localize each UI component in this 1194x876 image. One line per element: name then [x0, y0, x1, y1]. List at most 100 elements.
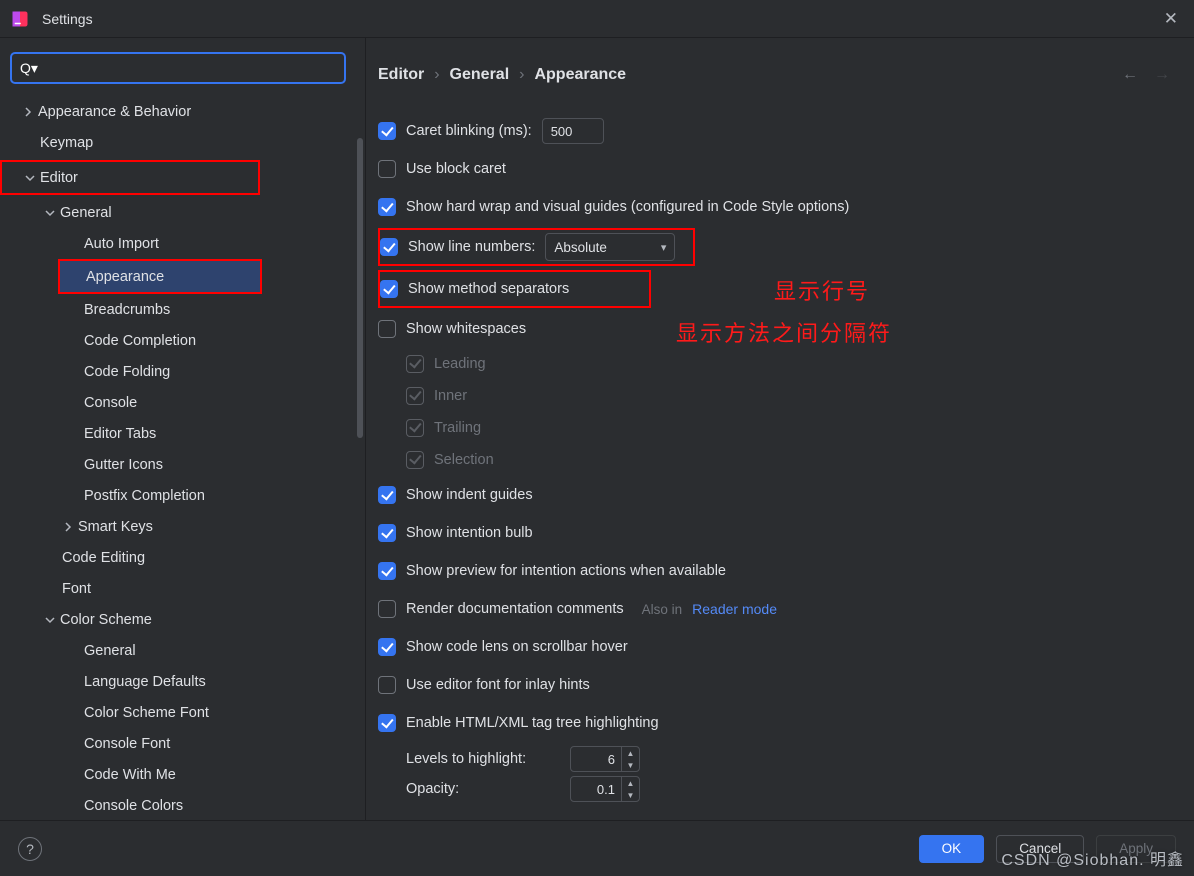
checkbox-show-line-numbers[interactable] — [380, 238, 398, 256]
option-label: Inner — [434, 388, 467, 404]
sidebar-item-code-folding[interactable]: Code Folding — [0, 356, 365, 387]
close-icon[interactable]: ✕ — [1158, 7, 1184, 31]
title-bar: Settings ✕ — [0, 0, 1194, 38]
sidebar-item-cs-general[interactable]: General — [0, 635, 365, 666]
option-label: Caret blinking (ms): — [406, 123, 532, 139]
levels-field[interactable] — [571, 752, 621, 767]
option-label: Show preview for intention actions when … — [406, 563, 726, 579]
checkbox-show-hard-wrap[interactable] — [378, 198, 396, 216]
option-label: Opacity: — [406, 781, 556, 797]
opacity-input[interactable]: ▲▼ — [570, 776, 640, 802]
sidebar-item-gutter-icons[interactable]: Gutter Icons — [0, 449, 365, 480]
sidebar-item-label: Appearance & Behavior — [38, 104, 191, 120]
sidebar-item-language-defaults[interactable]: Language Defaults — [0, 666, 365, 697]
option-label: Use block caret — [406, 161, 506, 177]
checkbox-show-preview-intention[interactable] — [378, 562, 396, 580]
back-arrow-icon[interactable]: ← — [1122, 66, 1138, 84]
search-input[interactable] — [40, 60, 336, 76]
sidebar-item-label: Postfix Completion — [84, 488, 205, 504]
sidebar-item-appearance-behavior[interactable]: Appearance & Behavior — [0, 96, 365, 127]
sidebar-item-label: Language Defaults — [84, 674, 206, 690]
sidebar-item-label: Console Colors — [84, 798, 183, 814]
option-label: Show intention bulb — [406, 525, 533, 541]
dropdown-value: Absolute — [554, 240, 650, 255]
sidebar-item-console-colors[interactable]: Console Colors — [0, 790, 365, 820]
sidebar-item-color-scheme-font[interactable]: Color Scheme Font — [0, 697, 365, 728]
ok-button[interactable]: OK — [919, 835, 985, 863]
option-label: Leading — [434, 356, 486, 372]
sidebar-item-general[interactable]: General — [0, 197, 365, 228]
breadcrumb: Editor › General › Appearance ← → — [366, 38, 1194, 94]
reader-mode-link[interactable]: Reader mode — [692, 601, 777, 617]
sidebar-item-keymap[interactable]: Keymap — [0, 127, 365, 158]
sidebar-item-editor[interactable]: Editor — [2, 162, 258, 193]
sidebar-item-auto-import[interactable]: Auto Import — [0, 228, 365, 259]
chevron-down-icon: ▾ — [661, 241, 667, 254]
window-title: Settings — [42, 11, 93, 27]
sidebar-item-appearance[interactable]: Appearance — [60, 261, 260, 292]
settings-tree: Appearance & Behavior Keymap Editor Gene… — [0, 92, 365, 820]
checkbox-show-indent-guides[interactable] — [378, 486, 396, 504]
stepper-down-icon[interactable]: ▼ — [622, 789, 639, 801]
option-label: Selection — [434, 452, 494, 468]
checkbox-render-doc-comments[interactable] — [378, 600, 396, 618]
help-icon[interactable]: ? — [18, 837, 42, 861]
sidebar-item-breadcrumbs[interactable]: Breadcrumbs — [0, 294, 365, 325]
annotation: 显示行号 — [774, 274, 870, 306]
forward-arrow-icon[interactable]: → — [1154, 66, 1170, 84]
option-label: Trailing — [434, 420, 481, 436]
chevron-right-icon — [62, 521, 74, 533]
checkbox-show-intention-bulb[interactable] — [378, 524, 396, 542]
breadcrumb-general[interactable]: General — [450, 66, 510, 84]
sidebar-item-label: General — [84, 643, 136, 659]
stepper-up-icon[interactable]: ▲ — [622, 777, 639, 789]
checkbox-caret-blinking[interactable] — [378, 122, 396, 140]
stepper-up-icon[interactable]: ▲ — [622, 747, 639, 759]
option-label: Show code lens on scrollbar hover — [406, 639, 628, 655]
settings-sidebar: Q▾ Appearance & Behavior Keymap Editor — [0, 38, 366, 820]
checkbox-enable-html-tag-tree[interactable] — [378, 714, 396, 732]
breadcrumb-editor[interactable]: Editor — [378, 66, 424, 84]
checkbox-show-code-lens[interactable] — [378, 638, 396, 656]
sidebar-item-postfix-completion[interactable]: Postfix Completion — [0, 480, 365, 511]
sidebar-item-label: Font — [62, 581, 91, 597]
sidebar-item-smart-keys[interactable]: Smart Keys — [0, 511, 365, 542]
chevron-right-icon: › — [519, 66, 524, 84]
sidebar-item-console[interactable]: Console — [0, 387, 365, 418]
apply-button[interactable]: Apply — [1096, 835, 1176, 863]
sidebar-item-color-scheme[interactable]: Color Scheme — [0, 604, 365, 635]
option-label: Use editor font for inlay hints — [406, 677, 590, 693]
sidebar-item-label: General — [60, 205, 112, 221]
sidebar-item-code-editing[interactable]: Code Editing — [0, 542, 365, 573]
option-label: Show line numbers: — [408, 239, 535, 255]
search-input-wrap[interactable]: Q▾ — [10, 52, 346, 84]
caret-blinking-input[interactable] — [542, 118, 604, 144]
checkbox-show-method-separators[interactable] — [380, 280, 398, 298]
option-label: Render documentation comments — [406, 601, 624, 617]
sidebar-item-console-font[interactable]: Console Font — [0, 728, 365, 759]
dialog-footer: ? OK Cancel Apply — [0, 820, 1194, 876]
search-icon: Q▾ — [20, 60, 38, 77]
sidebar-item-code-with-me[interactable]: Code With Me — [0, 759, 365, 790]
sidebar-item-font[interactable]: Font — [0, 573, 365, 604]
line-numbers-dropdown[interactable]: Absolute ▾ — [545, 233, 675, 261]
checkbox-show-whitespaces[interactable] — [378, 320, 396, 338]
chevron-down-icon — [24, 172, 36, 184]
sidebar-item-label: Editor Tabs — [84, 426, 156, 442]
sidebar-item-code-completion[interactable]: Code Completion — [0, 325, 365, 356]
opacity-field[interactable] — [571, 782, 621, 797]
cancel-button[interactable]: Cancel — [996, 835, 1084, 863]
checkbox-use-block-caret[interactable] — [378, 160, 396, 178]
sidebar-item-editor-tabs[interactable]: Editor Tabs — [0, 418, 365, 449]
chevron-down-icon — [44, 207, 56, 219]
levels-input[interactable]: ▲▼ — [570, 746, 640, 772]
sidebar-item-label: Editor — [40, 170, 78, 186]
checkbox-use-editor-font-inlay[interactable] — [378, 676, 396, 694]
scrollbar[interactable] — [357, 138, 363, 438]
chevron-down-icon — [44, 614, 56, 626]
stepper-down-icon[interactable]: ▼ — [622, 759, 639, 771]
settings-content: Editor › General › Appearance ← → Caret … — [366, 38, 1194, 820]
sidebar-item-label: Color Scheme Font — [84, 705, 209, 721]
sidebar-item-label: Code Folding — [84, 364, 170, 380]
sidebar-item-label: Keymap — [40, 135, 93, 151]
